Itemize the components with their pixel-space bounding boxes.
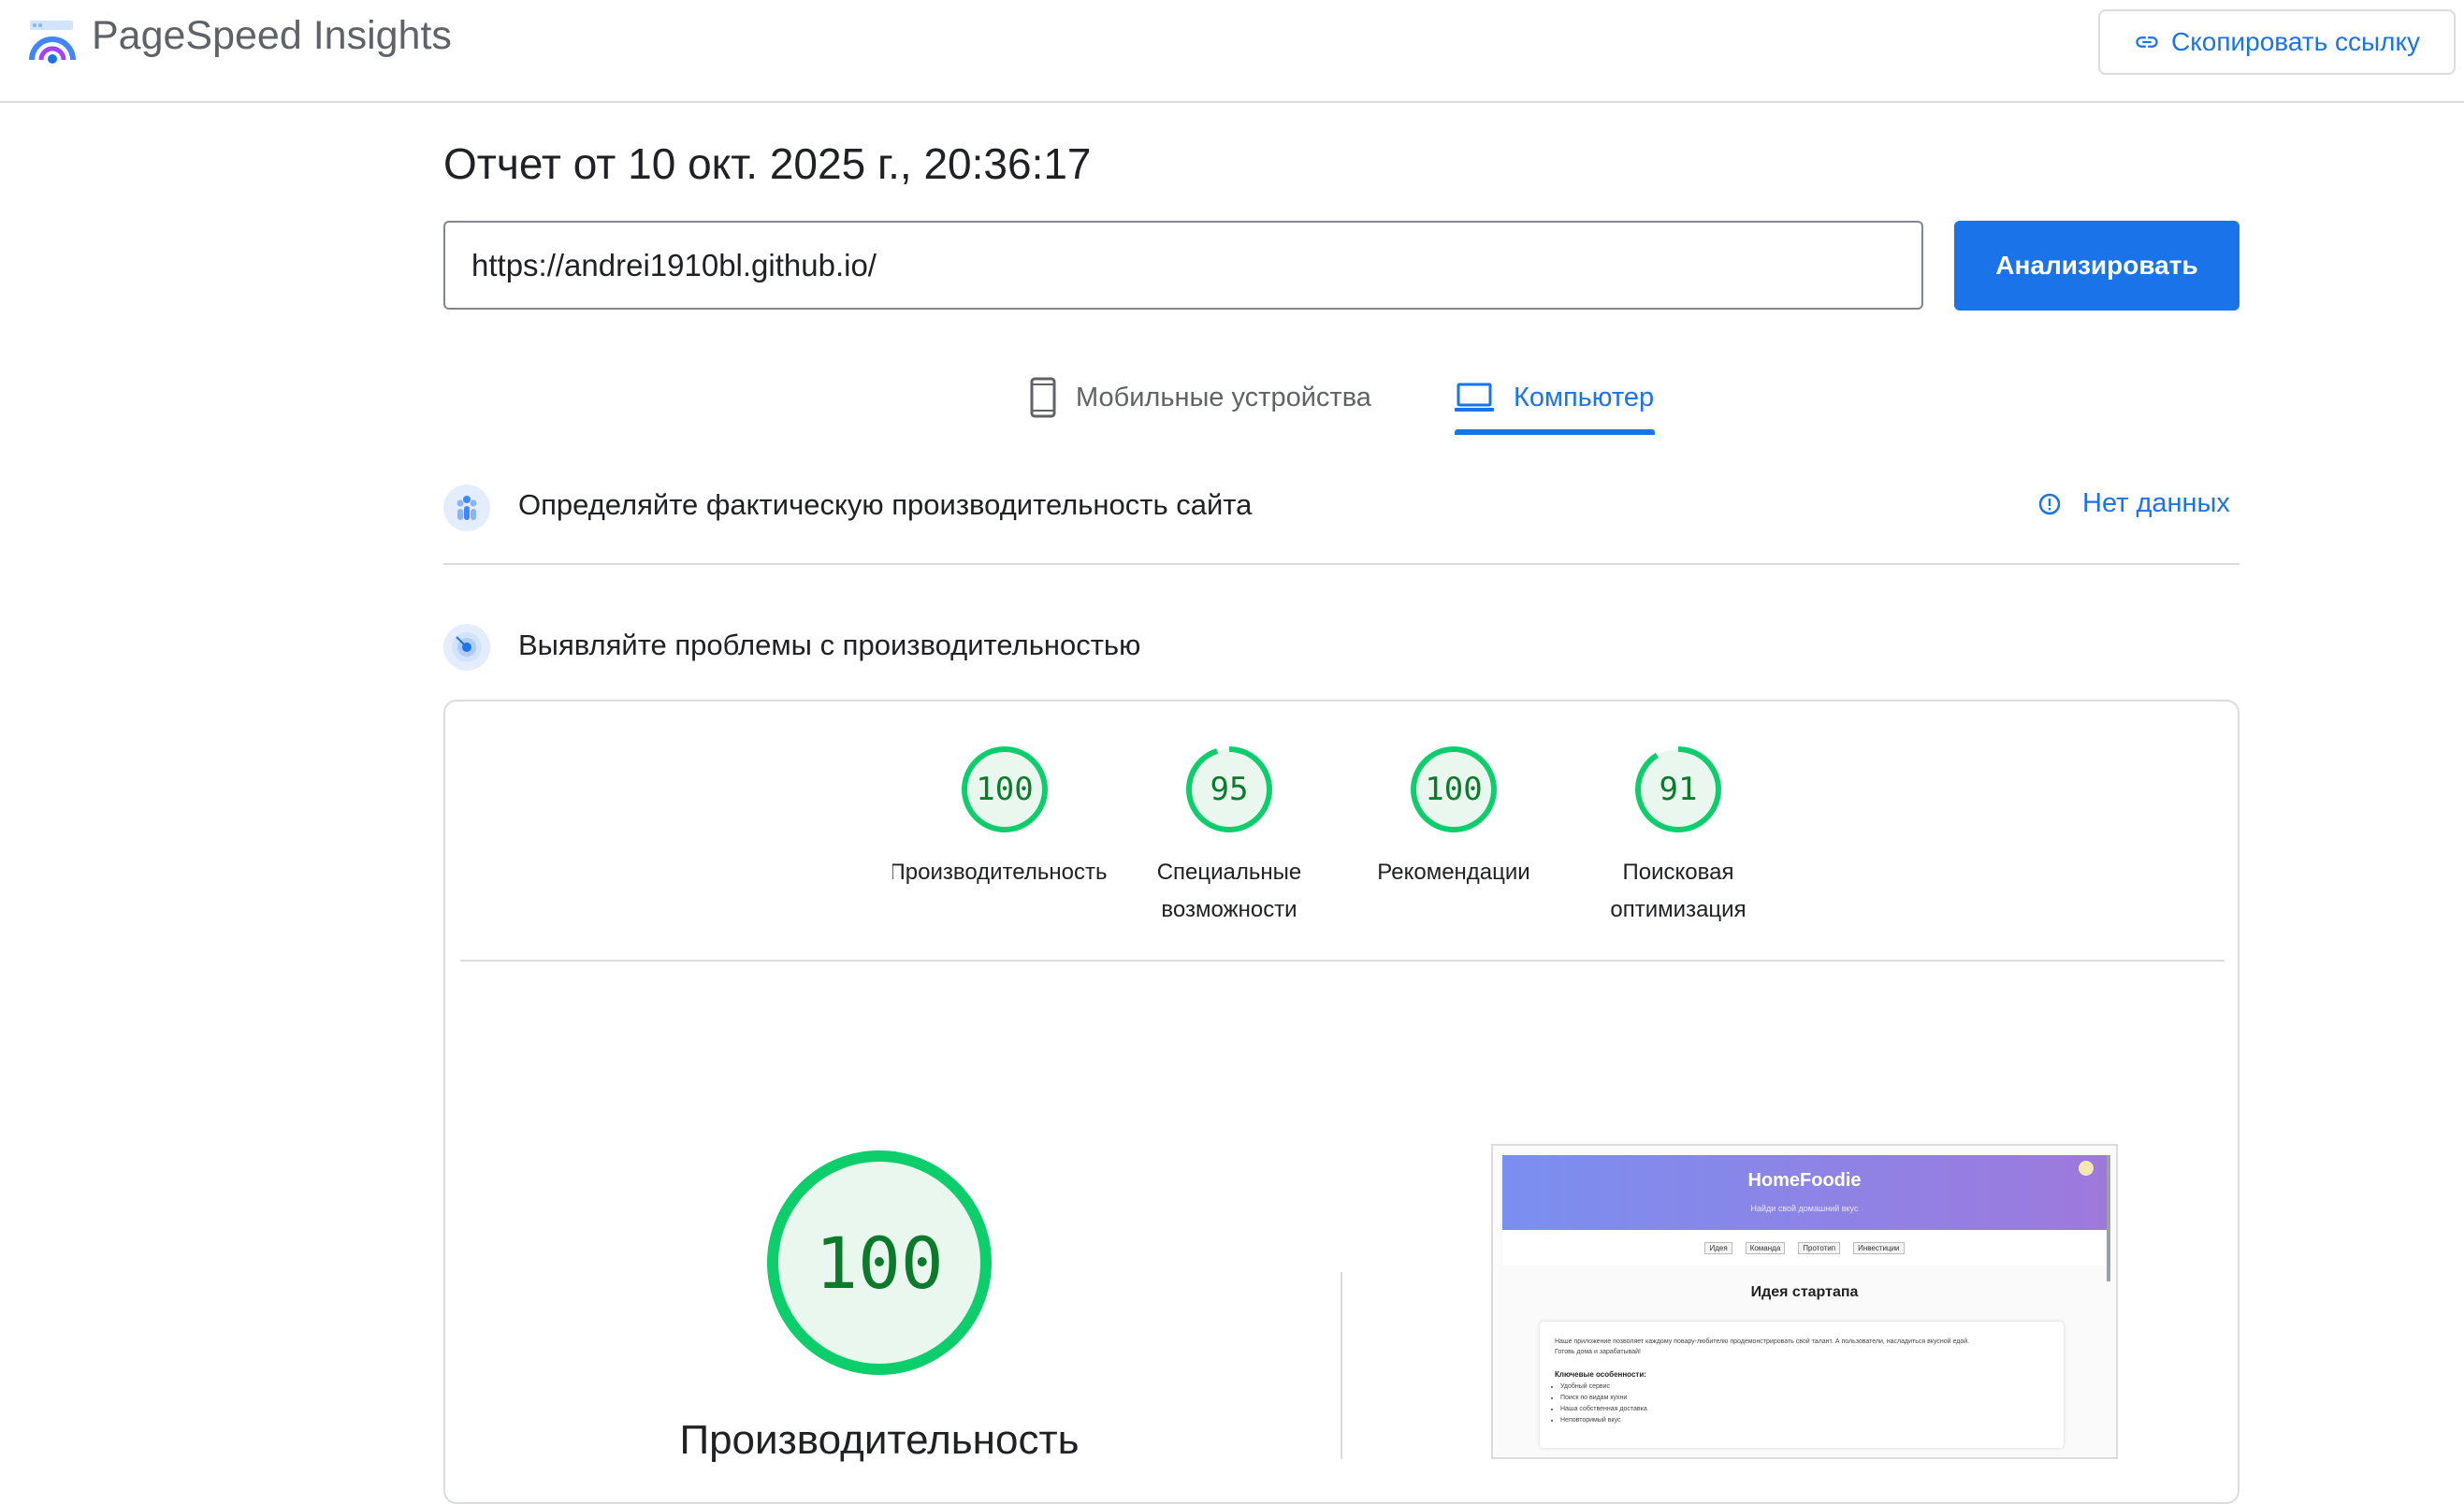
tab-desktop[interactable]: Компьютер (1454, 365, 1654, 430)
copy-link-button[interactable]: Скопировать ссылку (2098, 9, 2456, 75)
tab-mobile-label: Мобильные устройства (1076, 382, 1371, 412)
section-divider (443, 563, 2239, 565)
url-input[interactable] (443, 221, 1923, 310)
preview-brand: HomeFoodie (1747, 1170, 1862, 1191)
preview-description: Наше приложение позволяет каждому повару… (1555, 1338, 1970, 1355)
score-value: 100 (1425, 771, 1483, 808)
gauge-ring: 100 (1410, 745, 1498, 833)
preview-features-title: Ключевые особенности: (1555, 1370, 1646, 1379)
smartphone-icon (1030, 377, 1056, 418)
card-divider (460, 960, 2225, 962)
list-item: Наша собственная доставка (1560, 1404, 1647, 1415)
preview-nav-item: Идея (1704, 1241, 1732, 1254)
gauge-ring: 91 (1634, 745, 1722, 833)
radar-icon (443, 624, 490, 671)
copy-link-label: Скопировать ссылку (2170, 27, 2421, 56)
score-gauge-performance[interactable]: 100 Производительность (892, 745, 1117, 891)
score-value: 95 (1210, 771, 1249, 808)
score-label: Производительность (892, 860, 1108, 885)
preview-heading: Идея стартапа (1750, 1284, 1859, 1300)
link-icon (2136, 36, 2158, 48)
score-value: 91 (1659, 771, 1698, 808)
page-screenshot-preview[interactable]: HomeFoodie Найди свой домашний вкус Идея… (1491, 1144, 2118, 1459)
score-value: 100 (976, 771, 1034, 808)
gauge-ring: 100 (961, 745, 1049, 833)
preview-features-list: Удобный сервис Поиск по видам кухни Наша… (1551, 1381, 1647, 1426)
tab-desktop-label: Компьютер (1514, 382, 1655, 412)
score-gauge-best-practices[interactable]: 100 Рекомендации (1341, 745, 1566, 891)
list-item: Удобный сервис (1560, 1381, 1647, 1393)
no-data-status[interactable]: Нет данных (2037, 488, 2230, 519)
laptop-icon (1455, 383, 1494, 412)
pagespeed-logo-icon[interactable] (28, 19, 79, 65)
preview-tagline: Найди свой домашний вкус (1750, 1204, 1859, 1213)
analyze-button[interactable]: Анализировать (1954, 221, 2239, 311)
tab-mobile[interactable]: Мобильные устройства (1029, 365, 1371, 430)
list-item: Поиск по видам кухни (1560, 1393, 1647, 1404)
lab-data-title: Выявляйте проблемы с производительностью (518, 629, 1141, 661)
score-label: Поисковая оптимизация (1610, 860, 1747, 922)
main-score-value: 100 (815, 1221, 944, 1305)
report-title: Отчет от 10 окт. 2025 г., 20:36:17 (443, 139, 1092, 188)
preview-nav: Идея Команда Прототип Инвестиции (1502, 1230, 2107, 1265)
score-label: Специальные возможности (1156, 860, 1302, 922)
preview-hero: HomeFoodie Найди свой домашний вкус (1502, 1155, 2107, 1230)
preview-scrollbar (2107, 1155, 2110, 1281)
gauge-ring: 95 (1185, 745, 1273, 833)
preview-nav-item: Прототип (1798, 1241, 1841, 1254)
score-label: Рекомендации (1377, 860, 1530, 885)
preview-content-box: Наше приложение позволяет каждому повару… (1540, 1322, 2064, 1448)
users-icon (443, 484, 490, 531)
app-title: PageSpeed Insights (92, 13, 452, 58)
field-data-title: Определяйте фактическую производительнос… (518, 488, 1253, 521)
score-gauge-accessibility[interactable]: 95 Специальные возможности (1117, 745, 1341, 929)
info-icon (2038, 493, 2061, 514)
vertical-divider (1341, 1272, 1342, 1459)
main-score-label: Производительность (679, 1417, 1080, 1463)
theme-toggle-icon (2079, 1161, 2094, 1176)
score-gauge-seo[interactable]: 91 Поисковая оптимизация (1566, 745, 1790, 929)
no-data-label: Нет данных (2082, 488, 2230, 518)
preview-nav-item: Команда (1745, 1241, 1786, 1254)
list-item: Неповторимый вкус (1560, 1415, 1647, 1426)
preview-nav-item: Инвестиции (1853, 1241, 1905, 1254)
active-tab-indicator (1455, 429, 1655, 435)
